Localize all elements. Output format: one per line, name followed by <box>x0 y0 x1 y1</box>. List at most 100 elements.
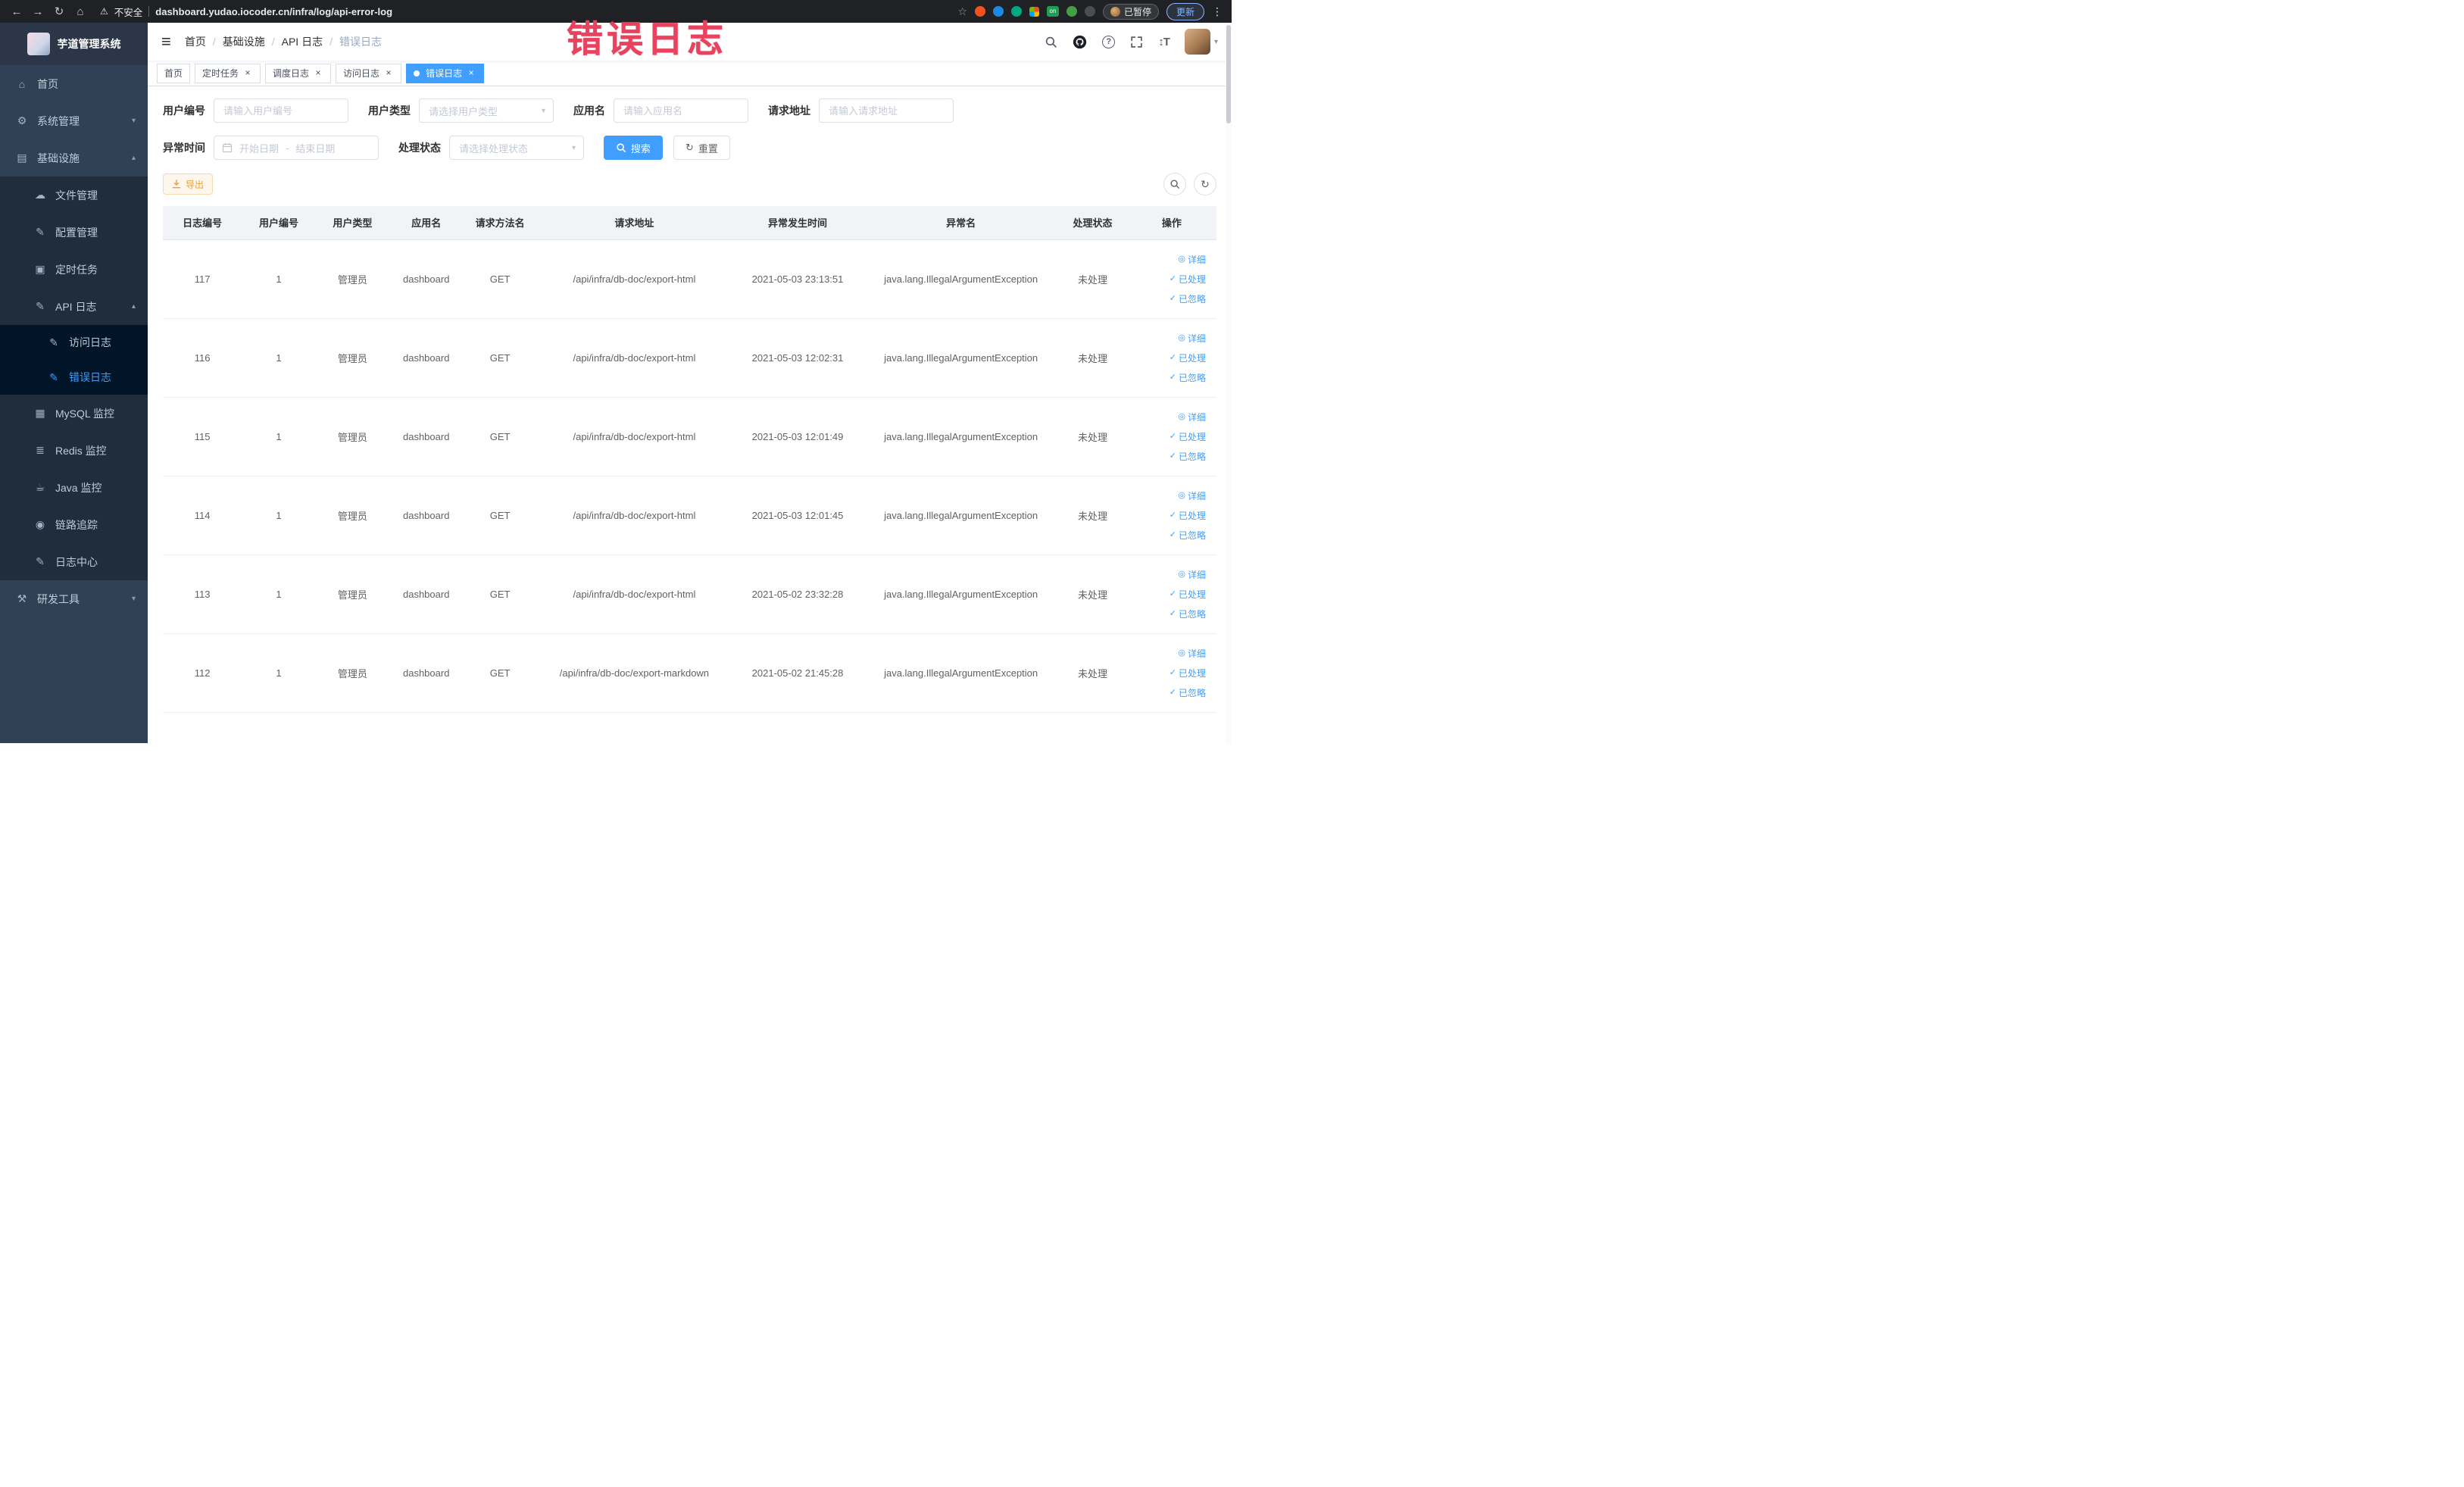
close-icon[interactable]: × <box>383 67 394 79</box>
date-range-picker[interactable]: 开始日期 - 结束日期 <box>214 136 379 160</box>
ignored-link[interactable]: ✓ 已忽略 <box>1170 292 1206 305</box>
extension-icon-grid[interactable] <box>1029 6 1039 17</box>
browser-forward-icon[interactable]: → <box>30 5 45 18</box>
sidebar-item-home[interactable]: ⌂ 首页 <box>0 65 148 102</box>
sidebar-item-system-management[interactable]: ⚙ 系统管理 ▾ <box>0 102 148 139</box>
search-icon <box>1170 180 1179 189</box>
tab-label: 调度日志 <box>273 68 310 79</box>
font-size-icon[interactable]: ↕T <box>1158 36 1170 48</box>
cell-log-id: 115 <box>163 397 242 476</box>
gear-icon: ⚙ <box>17 114 27 127</box>
sidebar-item-scheduled-tasks[interactable]: ▣ 定时任务 <box>0 251 148 288</box>
sidebar-item-config-management[interactable]: ✎ 配置管理 <box>0 214 148 251</box>
security-label[interactable]: 不安全 <box>114 5 143 19</box>
ignored-link[interactable]: ✓ 已忽略 <box>1170 686 1206 699</box>
search-button[interactable]: 搜索 <box>604 136 664 160</box>
processed-link[interactable]: ✓ 已处理 <box>1170 588 1206 601</box>
search-icon[interactable] <box>1045 36 1057 48</box>
browser-menu-icon[interactable]: ⋮ <box>1212 5 1223 18</box>
processed-link[interactable]: ✓ 已处理 <box>1170 273 1206 286</box>
address-bar[interactable]: ⚠ 不安全 dashboard.yudao.iocoder.cn/infra/l… <box>100 5 392 19</box>
detail-link[interactable]: ◎ 详细 <box>1178 253 1206 266</box>
browser-home-icon[interactable]: ⌂ <box>73 5 88 18</box>
cell-user-id: 1 <box>242 318 316 398</box>
extension-icon-leaf[interactable] <box>1066 6 1077 17</box>
tab-label: 访问日志 <box>343 68 380 79</box>
filter-process-status: 处理状态 请选择处理状态 ▾ <box>398 136 584 160</box>
reset-button[interactable]: ↻ 重置 <box>673 136 730 160</box>
sidebar-item-access-logs[interactable]: ✎ 访问日志 <box>0 325 148 360</box>
extension-icon-1[interactable] <box>974 6 985 17</box>
tab-error-logs[interactable]: 错误日志 × <box>406 63 485 83</box>
detail-link[interactable]: ◎ 详细 <box>1178 489 1206 502</box>
caret-down-icon: ▾ <box>1213 37 1218 46</box>
export-button[interactable]: 导出 <box>163 173 214 195</box>
tab-scheduled-tasks[interactable]: 定时任务 × <box>195 63 261 83</box>
breadcrumb-separator: / <box>329 36 333 48</box>
url-text[interactable]: dashboard.yudao.iocoder.cn/infra/log/api… <box>155 6 392 17</box>
sidebar-item-api-logs[interactable]: ✎ API 日志 ▴ <box>0 288 148 325</box>
scrollbar-thumb[interactable] <box>1226 25 1231 123</box>
start-date-placeholder[interactable]: 开始日期 <box>239 141 279 155</box>
processed-link[interactable]: ✓ 已处理 <box>1170 351 1206 364</box>
processed-link[interactable]: ✓ 已处理 <box>1170 430 1206 443</box>
ignored-link[interactable]: ✓ 已忽略 <box>1170 608 1206 620</box>
user-type-select[interactable]: 请选择用户类型 ▾ <box>419 98 554 123</box>
sidebar-item-redis-monitor[interactable]: ≣ Redis 监控 <box>0 432 148 469</box>
filter-label: 处理状态 <box>398 142 441 154</box>
ignored-link[interactable]: ✓ 已忽略 <box>1170 450 1206 463</box>
request-url-input[interactable] <box>819 98 954 123</box>
browser-back-icon[interactable]: ← <box>9 5 24 18</box>
ignored-link[interactable]: ✓ 已忽略 <box>1170 529 1206 542</box>
user-id-input[interactable] <box>214 98 348 123</box>
tab-access-logs[interactable]: 访问日志 × <box>336 63 402 83</box>
detail-link[interactable]: ◎ 详细 <box>1178 647 1206 660</box>
extension-icon-paw[interactable] <box>1084 6 1095 17</box>
tab-home[interactable]: 首页 <box>157 63 191 83</box>
top-navbar: ≡ 首页 / 基础设施 / API 日志 / 错误日志 ? ↕T ▾ <box>148 23 1232 61</box>
ignored-label: 已忽略 <box>1178 451 1206 462</box>
close-icon[interactable]: × <box>313 67 323 79</box>
sidebar-item-java-monitor[interactable]: ☕ Java 监控 <box>0 469 148 506</box>
tab-label: 首页 <box>164 68 183 79</box>
sidebar-toggle-icon[interactable]: ≡ <box>161 33 171 50</box>
detail-link[interactable]: ◎ 详细 <box>1178 411 1206 423</box>
refresh-button[interactable]: ↻ <box>1194 173 1216 195</box>
fullscreen-icon[interactable] <box>1130 36 1143 48</box>
processed-link[interactable]: ✓ 已处理 <box>1170 667 1206 679</box>
detail-link[interactable]: ◎ 详细 <box>1178 332 1206 345</box>
app-name-input[interactable] <box>614 98 748 123</box>
sidebar-item-infrastructure[interactable]: ▤ 基础设施 ▴ <box>0 139 148 177</box>
extension-icon-3[interactable] <box>1010 6 1022 17</box>
browser-reload-icon[interactable]: ↻ <box>52 5 67 18</box>
extension-icon-2[interactable] <box>992 6 1004 17</box>
detail-link[interactable]: ◎ 详细 <box>1178 568 1206 581</box>
sidebar-item-link-tracing[interactable]: ◉ 链路追踪 <box>0 506 148 543</box>
breadcrumb-item[interactable]: 基础设施 <box>223 34 265 49</box>
help-icon[interactable]: ? <box>1102 35 1116 48</box>
end-date-placeholder[interactable]: 结束日期 <box>295 141 335 155</box>
close-icon[interactable]: × <box>466 67 476 79</box>
user-menu[interactable]: ▾ <box>1184 29 1218 55</box>
scrollbar[interactable] <box>1226 23 1232 743</box>
app-logo[interactable]: 芋道管理系统 <box>0 23 148 65</box>
processed-link[interactable]: ✓ 已处理 <box>1170 509 1206 522</box>
github-icon[interactable] <box>1073 35 1087 49</box>
extension-on-badge[interactable]: on <box>1046 6 1059 17</box>
tab-scheduler-logs[interactable]: 调度日志 × <box>265 63 332 83</box>
bookmark-star-icon[interactable]: ☆ <box>957 5 967 18</box>
sidebar-item-log-center[interactable]: ✎ 日志中心 <box>0 543 148 580</box>
ignored-link[interactable]: ✓ 已忽略 <box>1170 371 1206 384</box>
close-icon[interactable]: × <box>242 67 253 79</box>
breadcrumb-item[interactable]: API 日志 <box>282 34 323 49</box>
tampermonkey-paused-badge[interactable]: 已暂停 <box>1102 3 1159 20</box>
chrome-update-button[interactable]: 更新 <box>1166 2 1204 20</box>
search-toggle-button[interactable] <box>1163 173 1186 195</box>
sidebar-item-dev-tools[interactable]: ⚒ 研发工具 ▾ <box>0 580 148 617</box>
sidebar-item-file-management[interactable]: ☁ 文件管理 <box>0 177 148 214</box>
cell-app-name: dashboard <box>389 633 464 713</box>
sidebar-item-error-logs[interactable]: ✎ 错误日志 <box>0 360 148 395</box>
breadcrumb-item[interactable]: 首页 <box>185 34 206 49</box>
sidebar-item-mysql-monitor[interactable]: ▦ MySQL 监控 <box>0 395 148 432</box>
process-status-select[interactable]: 请选择处理状态 ▾ <box>449 136 584 160</box>
